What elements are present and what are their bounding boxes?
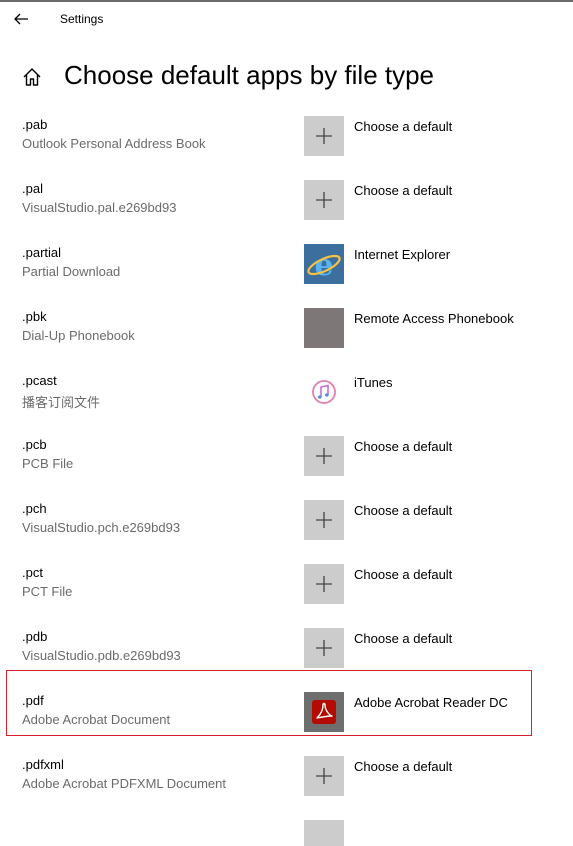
list-item: .pch VisualStudio.pch.e269bd93 Choose a … <box>0 496 573 560</box>
list-item: .pdb VisualStudio.pdb.e269bd93 Choose a … <box>0 624 573 688</box>
file-extension: .pab <box>22 117 48 132</box>
file-type-description: Adobe Acrobat Document <box>22 712 171 727</box>
default-app-label[interactable]: Remote Access Phonebook <box>354 311 514 326</box>
list-item: .pct PCT File Choose a default <box>0 560 573 624</box>
default-app-button[interactable] <box>304 308 344 348</box>
default-app-label[interactable]: Choose a default <box>354 567 452 582</box>
file-type-description: VisualStudio.pal.e269bd93 <box>22 200 177 215</box>
default-app-button[interactable] <box>304 372 344 412</box>
itunes-icon <box>312 380 336 404</box>
plus-icon <box>316 640 332 656</box>
file-type-description: Adobe Acrobat PDFXML Document <box>22 776 227 791</box>
file-type-description: 播客订阅文件 <box>22 395 101 410</box>
choose-default-button[interactable] <box>304 756 344 796</box>
window-title: Settings <box>60 12 104 26</box>
plus-icon <box>316 768 332 784</box>
file-extension: .pct <box>22 565 43 580</box>
list-item: .pdfxml Adobe Acrobat PDFXML Document Ch… <box>0 752 573 816</box>
file-type-description: PCT File <box>22 584 73 599</box>
file-type-description: VisualStudio.pch.e269bd93 <box>22 520 181 535</box>
file-extension: .pal <box>22 181 43 196</box>
default-app-button[interactable] <box>304 692 344 732</box>
default-app-label[interactable]: Choose a default <box>354 439 452 454</box>
default-app-label[interactable]: Choose a default <box>354 183 452 198</box>
home-button[interactable] <box>21 66 43 88</box>
list-item: .pal VisualStudio.pal.e269bd93 Choose a … <box>0 176 573 240</box>
default-app-label[interactable]: Choose a default <box>354 119 452 134</box>
list-item: .pdf Adobe Acrobat Document Adobe Acroba… <box>0 688 573 752</box>
file-type-description: PCB File <box>22 456 74 471</box>
page-title: Choose default apps by file type <box>64 60 435 90</box>
back-arrow-icon <box>14 13 28 25</box>
file-type-description: Partial Download <box>22 264 121 279</box>
remote-access-phonebook-icon <box>304 308 344 348</box>
plus-icon <box>316 128 332 144</box>
choose-default-button[interactable] <box>304 564 344 604</box>
title-bar: Settings <box>0 2 573 36</box>
choose-default-button[interactable] <box>304 500 344 540</box>
file-type-list: .pab Outlook Personal Address Book Choos… <box>0 112 573 846</box>
file-extension: .pdb <box>22 629 48 644</box>
file-type-description: VisualStudio.pdb.e269bd93 <box>22 648 181 663</box>
list-item: .partial Partial Download e Internet Exp… <box>0 240 573 304</box>
list-item-partial <box>0 816 573 846</box>
default-app-button[interactable]: e <box>304 244 344 284</box>
plus-icon <box>316 512 332 528</box>
plus-icon <box>316 448 332 464</box>
file-extension: .pbk <box>22 309 47 324</box>
home-icon <box>23 68 41 86</box>
default-app-label[interactable]: Choose a default <box>354 631 452 646</box>
file-type-description: Outlook Personal Address Book <box>22 136 206 151</box>
internet-explorer-icon: e <box>304 244 344 284</box>
list-item: .pcb PCB File Choose a default <box>0 432 573 496</box>
choose-default-button[interactable] <box>304 116 344 156</box>
file-extension: .pdfxml <box>22 757 64 772</box>
adobe-acrobat-icon <box>304 692 344 732</box>
choose-default-button[interactable] <box>304 820 344 846</box>
default-app-label[interactable]: Adobe Acrobat Reader DC <box>354 695 508 710</box>
default-app-label[interactable]: Choose a default <box>354 503 452 518</box>
choose-default-button[interactable] <box>304 436 344 476</box>
plus-icon <box>316 576 332 592</box>
file-extension: .pdf <box>22 693 44 708</box>
plus-icon <box>316 192 332 208</box>
svg-text:e: e <box>314 248 333 283</box>
list-item: .pcast 播客订阅文件 iTunes <box>0 368 573 432</box>
choose-default-button[interactable] <box>304 180 344 220</box>
choose-default-button[interactable] <box>304 628 344 668</box>
list-item: .pab Outlook Personal Address Book Choos… <box>0 112 573 176</box>
default-app-label[interactable]: Internet Explorer <box>354 247 450 262</box>
file-extension: .pcb <box>22 437 47 452</box>
back-button[interactable] <box>10 8 34 30</box>
file-extension: .pcast <box>22 373 57 388</box>
list-item: .pbk Dial-Up Phonebook Remote Access Pho… <box>0 304 573 368</box>
file-type-description: Dial-Up Phonebook <box>22 328 135 343</box>
file-extension: .pch <box>22 501 47 516</box>
page-header: Choose default apps by file type <box>0 56 573 100</box>
file-extension: .partial <box>22 245 62 260</box>
default-app-label[interactable]: Choose a default <box>354 759 452 774</box>
default-app-label[interactable]: iTunes <box>354 375 393 390</box>
